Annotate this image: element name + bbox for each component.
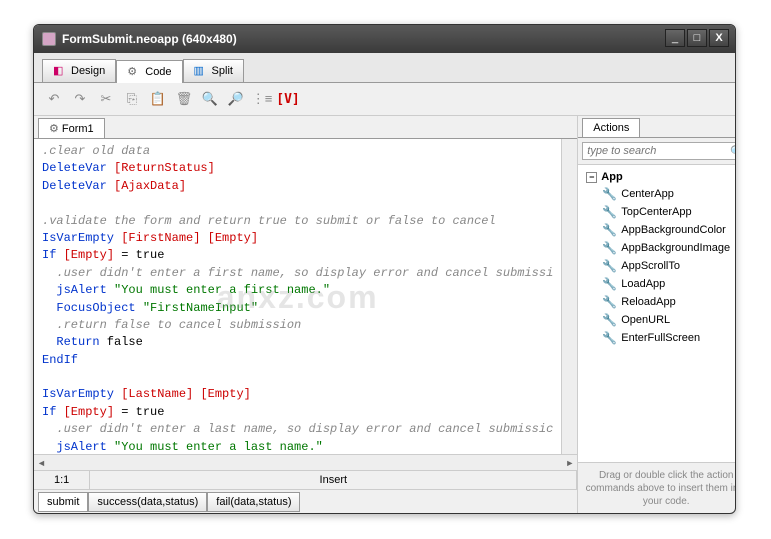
event-tab-submit[interactable]: submit <box>38 492 88 512</box>
window-title: FormSubmit.neoapp (640x480) <box>62 32 237 46</box>
minimize-button[interactable]: _ <box>665 29 685 47</box>
action-appbackgroundcolor[interactable]: 🔧AppBackgroundColor <box>582 221 734 239</box>
event-tab-fail[interactable]: fail(data,status) <box>207 492 300 512</box>
design-icon <box>53 64 67 78</box>
tab-code[interactable]: Code <box>116 60 182 83</box>
actions-hint: Drag or double click the action commands… <box>578 462 736 514</box>
actions-pane: Actions 🔍 −App 🔧CenterApp 🔧TopCenterApp … <box>578 116 736 514</box>
action-appbackgroundimage[interactable]: 🔧AppBackgroundImage <box>582 239 734 257</box>
tab-split[interactable]: Split <box>183 59 244 82</box>
code-icon <box>127 65 141 79</box>
view-tabs: Design Code Split <box>34 53 735 83</box>
split-icon <box>194 64 208 78</box>
wrench-icon: 🔧 <box>602 259 617 273</box>
code-editor[interactable]: .clear old data DeleteVar [ReturnStatus]… <box>34 139 561 454</box>
find-replace-button[interactable]: 🔎 <box>224 87 248 111</box>
wrench-icon: 🔧 <box>602 331 617 345</box>
wrench-icon: 🔧 <box>602 187 617 201</box>
validate-button[interactable]: [V] <box>276 87 300 111</box>
app-icon <box>42 32 56 46</box>
tab-design[interactable]: Design <box>42 59 116 82</box>
cursor-position: 1:1 <box>34 471 90 489</box>
search-icon: 🔍 <box>730 145 736 158</box>
cut-button[interactable]: ✂ <box>94 87 118 111</box>
gear-icon: ⚙ <box>49 122 59 135</box>
code-scrollbar-horizontal[interactable] <box>34 454 577 470</box>
code-scrollbar-vertical[interactable] <box>561 139 577 454</box>
redo-button[interactable]: ↷ <box>68 87 92 111</box>
wrench-icon: 🔧 <box>602 277 617 291</box>
actions-search-input[interactable] <box>582 142 736 160</box>
wrench-icon: 🔧 <box>602 313 617 327</box>
action-appscrollto[interactable]: 🔧AppScrollTo <box>582 257 734 275</box>
titlebar[interactable]: FormSubmit.neoapp (640x480) _ □ X <box>34 25 735 53</box>
status-bar: 1:1 Insert <box>34 470 577 489</box>
collapse-icon[interactable]: − <box>586 172 597 183</box>
event-tab-success[interactable]: success(data,status) <box>88 492 207 512</box>
action-topcenterapp[interactable]: 🔧TopCenterApp <box>582 203 734 221</box>
wrench-icon: 🔧 <box>602 241 617 255</box>
delete-button[interactable]: 🗑 <box>172 87 196 111</box>
tree-node-app[interactable]: −App <box>582 169 734 185</box>
code-tabs: ⚙Form1 <box>34 116 577 139</box>
maximize-button[interactable]: □ <box>687 29 707 47</box>
wrench-icon: 🔧 <box>602 223 617 237</box>
comment-button[interactable]: ⋮≡ <box>250 87 274 111</box>
actions-tree: −App 🔧CenterApp 🔧TopCenterApp 🔧AppBackgr… <box>578 165 736 462</box>
paste-button[interactable]: 📋 <box>146 87 170 111</box>
action-centerapp[interactable]: 🔧CenterApp <box>582 185 734 203</box>
copy-button[interactable]: ⎘ <box>120 87 144 111</box>
app-window: FormSubmit.neoapp (640x480) _ □ X Design… <box>33 24 736 514</box>
main-area: ⚙Form1 .clear old data DeleteVar [Return… <box>34 116 735 514</box>
undo-button[interactable]: ↶ <box>42 87 66 111</box>
toolbar: ↶ ↷ ✂ ⎘ 📋 🗑 🔍 🔎 ⋮≡ [V] <box>34 83 735 116</box>
code-tab-form1[interactable]: ⚙Form1 <box>38 118 105 138</box>
wrench-icon: 🔧 <box>602 205 617 219</box>
code-pane: ⚙Form1 .clear old data DeleteVar [Return… <box>34 116 578 514</box>
action-reloadapp[interactable]: 🔧ReloadApp <box>582 293 734 311</box>
close-button[interactable]: X <box>709 29 729 47</box>
action-openurl[interactable]: 🔧OpenURL <box>582 311 734 329</box>
actions-tab[interactable]: Actions <box>582 118 640 137</box>
event-tabs: submit success(data,status) fail(data,st… <box>34 489 577 514</box>
edit-mode: Insert <box>90 471 577 489</box>
action-enterfullscreen[interactable]: 🔧EnterFullScreen <box>582 329 734 347</box>
find-button[interactable]: 🔍 <box>198 87 222 111</box>
wrench-icon: 🔧 <box>602 295 617 309</box>
action-loadapp[interactable]: 🔧LoadApp <box>582 275 734 293</box>
